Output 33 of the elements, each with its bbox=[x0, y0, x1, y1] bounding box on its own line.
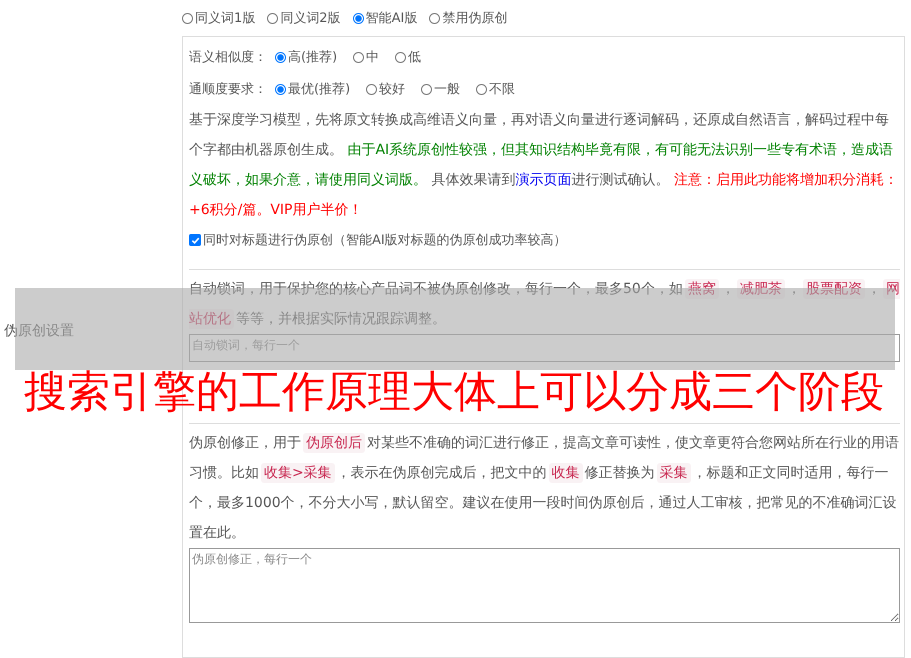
radio-button[interactable] bbox=[182, 12, 193, 24]
corrections-description: 伪原创修正，用于 伪原创后 对某些不准确的词汇进行修正，提高文章可读性，使文章更符合您网站所在行业的用语习惯。比如 收集>采集 ，表示在伪原创完成后，把文中的 收集 修正替换为 采集 ，标题和正文同时适用，每行一个，最多1000个，不分大小写，默认留空。建议在使用一段时间伪原创后，通过人工审核，把常见的不准确词汇设置在此。 bbox=[189, 432, 900, 543]
radio-label: 禁用伪原创 bbox=[442, 10, 508, 27]
demo-page-link[interactable]: 演示页面 bbox=[515, 172, 572, 188]
radio-label: 高(推荐) bbox=[288, 49, 338, 66]
checkbox-label: 同时对标题进行伪原创（智能AI版对标题的伪原创成功率较高） bbox=[203, 232, 567, 249]
radio-button[interactable] bbox=[353, 52, 364, 62]
similarity-label: 语义相似度： bbox=[189, 49, 267, 66]
radio-button[interactable] bbox=[395, 52, 406, 62]
radio-label: 不限 bbox=[489, 81, 516, 98]
fluency-label: 通顺度要求： bbox=[189, 81, 267, 98]
radio-label: 同义词1版 bbox=[195, 10, 256, 27]
radio-button[interactable] bbox=[421, 84, 432, 94]
radio-label: 较好 bbox=[379, 81, 406, 98]
corrections-field[interactable]: 伪原创修正，每行一个 bbox=[189, 548, 900, 623]
radio-button[interactable] bbox=[267, 12, 278, 24]
radio-label: 一般 bbox=[434, 81, 460, 98]
checkbox[interactable] bbox=[189, 234, 201, 246]
radio-label: 同义词2版 bbox=[280, 10, 341, 27]
overlay-caption: 搜索引擎的工作原理大体上可以分成三个阶段 bbox=[24, 366, 884, 419]
settings-label: 伪原创设置 bbox=[4, 322, 74, 340]
radio-button[interactable] bbox=[476, 84, 488, 94]
radio-label: 智能AI版 bbox=[366, 10, 418, 27]
ai-description: 基于深度学习模型，先将原文转换成高维语义向量，再对语义向量进行逐词解码，还原成自然语言，解码过程中每个字都由机器原创生成。 由于AI系统原创性较强，但其知识结构毕竟有限，有可能无法识别一些专有术语，造成语义破坏，如果介意，请使用同义词版。 具体效果请到演示页面进行测试确认。 注意：启用此功能将增加积分消耗：+6积分/篇。VIP用户半价！ bbox=[189, 111, 899, 220]
radio-label: 低 bbox=[408, 49, 422, 66]
radio-button[interactable] bbox=[352, 12, 364, 24]
radio-label: 最优(推荐) bbox=[288, 81, 350, 98]
radio-button[interactable] bbox=[429, 12, 440, 24]
radio-button[interactable] bbox=[275, 84, 286, 94]
radio-button[interactable] bbox=[366, 84, 378, 94]
radio-label: 中 bbox=[366, 49, 380, 66]
radio-button[interactable] bbox=[275, 52, 286, 62]
lock-words-description: 自动锁词，用于保护您的核心产品词不被伪原创修改，每行一个，最多50个，如 燕窝 ， 减肥茶 ， 股票配资 ， 网站优化 等等，并根据实际情况跟踪调整。 bbox=[189, 278, 900, 331]
